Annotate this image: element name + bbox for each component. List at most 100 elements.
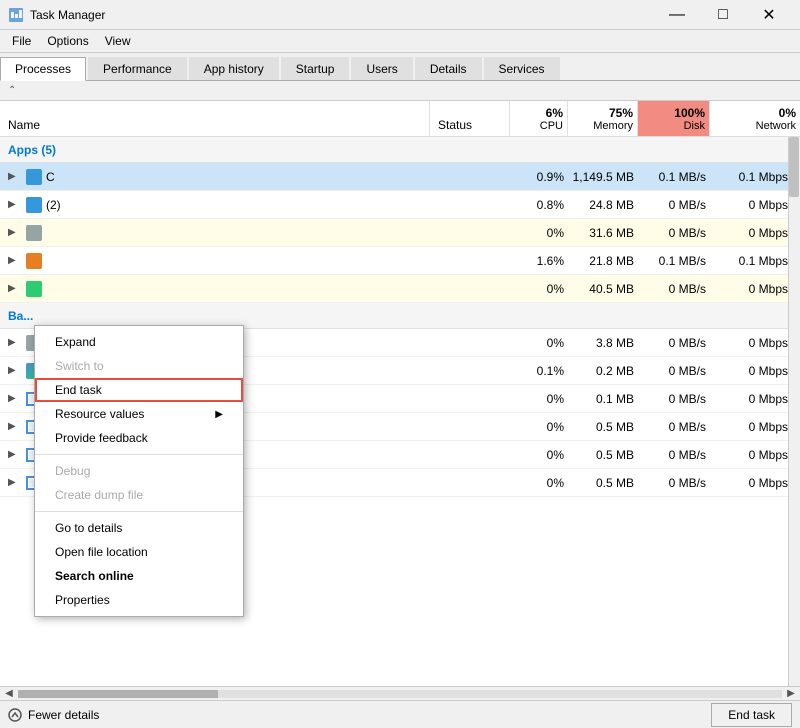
maximize-button[interactable]: □ — [700, 0, 746, 30]
tab-users[interactable]: Users — [351, 57, 412, 80]
tab-app-history[interactable]: App history — [189, 57, 279, 80]
col-header-name[interactable]: Name — [0, 101, 430, 136]
minimize-button[interactable]: — — [654, 0, 700, 30]
row-memory: 21.8 MB — [568, 254, 638, 268]
row-disk: 0 MB/s — [638, 448, 710, 462]
row-network: 0 Mbps — [710, 226, 800, 240]
menu-options[interactable]: Options — [39, 32, 96, 50]
row-disk: 0 MB/s — [638, 364, 710, 378]
expand-icon: ▶ — [8, 449, 22, 460]
row-network: 0 Mbps — [710, 282, 800, 296]
row-network: 0 Mbps — [710, 476, 800, 490]
sort-chevron-icon: ⌃ — [8, 85, 16, 96]
tab-details[interactable]: Details — [415, 57, 482, 80]
row-memory: 0.1 MB — [568, 392, 638, 406]
menu-file[interactable]: File — [4, 32, 39, 50]
expand-icon: ▶ — [8, 171, 22, 182]
sort-row: ⌃ — [0, 81, 800, 101]
app-icon — [26, 197, 42, 213]
expand-icon: ▶ — [8, 199, 22, 210]
row-memory: 24.8 MB — [568, 198, 638, 212]
main-content: ⌃ Name Status 6% CPU 75% Memory 100% Dis… — [0, 81, 800, 686]
row-name: ▶ C — [0, 169, 430, 185]
row-memory: 0.2 MB — [568, 364, 638, 378]
hscroll-left-btn[interactable]: ◀ — [2, 687, 16, 701]
ctx-search-online[interactable]: Search online — [35, 564, 243, 588]
table-row[interactable]: ▶ 1.6% 21.8 MB 0.1 MB/s 0.1 Mbps — [0, 247, 800, 275]
tab-services[interactable]: Services — [484, 57, 560, 80]
table-row[interactable]: ▶ C 0.9% 1,149.5 MB 0.1 MB/s 0.1 Mbps — [0, 163, 800, 191]
tab-bar: Processes Performance App history Startu… — [0, 53, 800, 81]
col-header-network[interactable]: 0% Network — [710, 101, 800, 136]
table-row[interactable]: ▶ 0% 31.6 MB 0 MB/s 0 Mbps — [0, 219, 800, 247]
row-network: 0 Mbps — [710, 198, 800, 212]
row-cpu: 0.9% — [510, 170, 568, 184]
context-menu: Expand Switch to End task Resource value… — [34, 325, 244, 617]
row-network: 0 Mbps — [710, 364, 800, 378]
tab-processes[interactable]: Processes — [0, 57, 86, 81]
table-row[interactable]: ▶ 0% 40.5 MB 0 MB/s 0 Mbps — [0, 275, 800, 303]
vertical-scrollbar[interactable] — [788, 137, 800, 686]
app-icon — [26, 281, 42, 297]
row-memory: 40.5 MB — [568, 282, 638, 296]
tab-performance[interactable]: Performance — [88, 57, 187, 80]
row-name: ▶ — [0, 225, 430, 241]
ctx-create-dump[interactable]: Create dump file — [35, 483, 243, 507]
row-network: 0 Mbps — [710, 336, 800, 350]
ctx-go-to-details[interactable]: Go to details — [35, 516, 243, 540]
ctx-expand[interactable]: Expand — [35, 330, 243, 354]
row-cpu: 1.6% — [510, 254, 568, 268]
row-name: ▶ — [0, 253, 430, 269]
app-icon — [26, 169, 42, 185]
row-cpu: 0% — [510, 226, 568, 240]
tab-startup[interactable]: Startup — [281, 57, 350, 80]
row-cpu: 0% — [510, 282, 568, 296]
row-disk: 0.1 MB/s — [638, 170, 710, 184]
menu-view[interactable]: View — [97, 32, 139, 50]
row-disk: 0 MB/s — [638, 198, 710, 212]
ctx-end-task[interactable]: End task — [35, 378, 243, 402]
ctx-separator-1 — [35, 454, 243, 455]
table-body: Apps (5) ▶ C 0.9% 1,149.5 MB 0.1 MB/s 0.… — [0, 137, 800, 686]
ctx-provide-feedback[interactable]: Provide feedback — [35, 426, 243, 450]
title-bar-left: Task Manager — [8, 7, 105, 23]
ctx-debug[interactable]: Debug — [35, 459, 243, 483]
close-button[interactable]: ✕ — [746, 0, 792, 30]
row-network: 0 Mbps — [710, 448, 800, 462]
expand-icon: ▶ — [8, 393, 22, 404]
col-header-memory[interactable]: 75% Memory — [568, 101, 638, 136]
scrollbar-thumb[interactable] — [789, 137, 799, 197]
horizontal-scrollbar[interactable]: ◀ ▶ — [0, 686, 800, 700]
hscroll-track[interactable] — [18, 690, 782, 698]
row-memory: 0.5 MB — [568, 476, 638, 490]
expand-icon: ▶ — [8, 227, 22, 238]
app-icon — [26, 253, 42, 269]
taskmanager-icon — [8, 7, 24, 23]
row-disk: 0 MB/s — [638, 476, 710, 490]
title-bar: Task Manager — □ ✕ — [0, 0, 800, 30]
hscroll-right-btn[interactable]: ▶ — [784, 687, 798, 701]
col-header-cpu[interactable]: 6% CPU — [510, 101, 568, 136]
hscroll-thumb[interactable] — [18, 690, 218, 698]
ctx-open-file-location[interactable]: Open file location — [35, 540, 243, 564]
ctx-properties[interactable]: Properties — [35, 588, 243, 612]
row-network: 0.1 Mbps — [710, 170, 800, 184]
title-controls: — □ ✕ — [654, 0, 792, 30]
app-icon — [26, 225, 42, 241]
row-disk: 0 MB/s — [638, 226, 710, 240]
col-header-status[interactable]: Status — [430, 101, 510, 136]
row-cpu: 0% — [510, 448, 568, 462]
row-disk: 0 MB/s — [638, 282, 710, 296]
row-name: ▶ (2) — [0, 197, 430, 213]
row-disk: 0.1 MB/s — [638, 254, 710, 268]
row-name: ▶ — [0, 281, 430, 297]
ctx-resource-values[interactable]: Resource values ▶ — [35, 402, 243, 426]
table-row[interactable]: ▶ (2) 0.8% 24.8 MB 0 MB/s 0 Mbps — [0, 191, 800, 219]
row-cpu: 0.1% — [510, 364, 568, 378]
ctx-switch-to[interactable]: Switch to — [35, 354, 243, 378]
col-header-disk[interactable]: 100% Disk — [638, 101, 710, 136]
expand-icon: ▶ — [8, 337, 22, 348]
row-network: 0.1 Mbps — [710, 254, 800, 268]
window-title: Task Manager — [30, 8, 105, 22]
row-cpu: 0% — [510, 336, 568, 350]
